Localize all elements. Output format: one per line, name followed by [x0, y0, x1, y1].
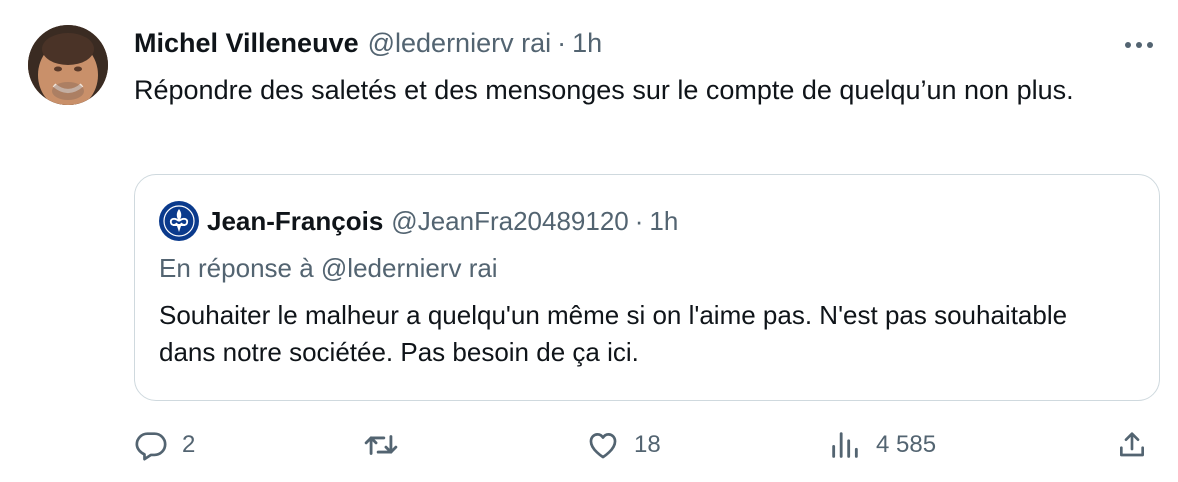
action-bar: 2 18 4 585	[134, 420, 1164, 470]
quote-separator-dot: ·	[634, 205, 644, 236]
tweet-time[interactable]: 1h	[572, 28, 602, 59]
quote-author-handle[interactable]: @JeanFra20489120	[391, 206, 628, 237]
tweet-header: Michel Villeneuve @ledernierv rai · 1h	[134, 28, 602, 64]
heart-icon	[589, 433, 617, 459]
quote-header: Jean-François @JeanFra20489120 · 1h	[159, 201, 678, 241]
author-name[interactable]: Michel Villeneuve	[134, 28, 359, 59]
separator-dot: ·	[557, 28, 567, 58]
view-count: 4 585	[876, 431, 937, 458]
reply-handle-link[interactable]: @ledernierv rai	[321, 253, 498, 283]
views-button[interactable]: 4 585	[828, 420, 936, 470]
author-handle[interactable]: @ledernierv rai	[368, 28, 551, 59]
tweet[interactable]: Michel Villeneuve @ledernierv rai · 1h R…	[0, 0, 1178, 482]
fleur-de-lis-icon	[160, 202, 198, 240]
quoted-tweet[interactable]: Jean-François @JeanFra20489120 · 1h En r…	[134, 174, 1160, 401]
retweet-icon	[364, 435, 398, 455]
like-button[interactable]: 18	[586, 420, 661, 470]
quote-author-name[interactable]: Jean-François	[207, 206, 383, 237]
reply-icon	[135, 432, 167, 461]
more-horizontal-icon	[1125, 42, 1153, 48]
reply-context: En réponse à @ledernierv rai	[159, 253, 498, 284]
more-options-button[interactable]	[1122, 30, 1156, 60]
views-icon	[832, 432, 858, 458]
retweet-button[interactable]	[362, 420, 414, 470]
reply-count: 2	[182, 431, 196, 458]
quote-time[interactable]: 1h	[649, 206, 678, 237]
author-avatar[interactable]	[28, 25, 108, 105]
reply-button[interactable]: 2	[134, 420, 195, 470]
tweet-text: Répondre des saletés et des mensonges su…	[134, 75, 1074, 105]
share-icon	[1120, 432, 1144, 457]
quote-author-avatar[interactable]	[159, 201, 199, 241]
share-button[interactable]	[1116, 420, 1148, 470]
reply-prefix: En réponse à	[159, 253, 314, 283]
like-count: 18	[634, 431, 661, 458]
quote-text: Souhaiter le malheur a quelqu'un même si…	[159, 300, 1068, 367]
